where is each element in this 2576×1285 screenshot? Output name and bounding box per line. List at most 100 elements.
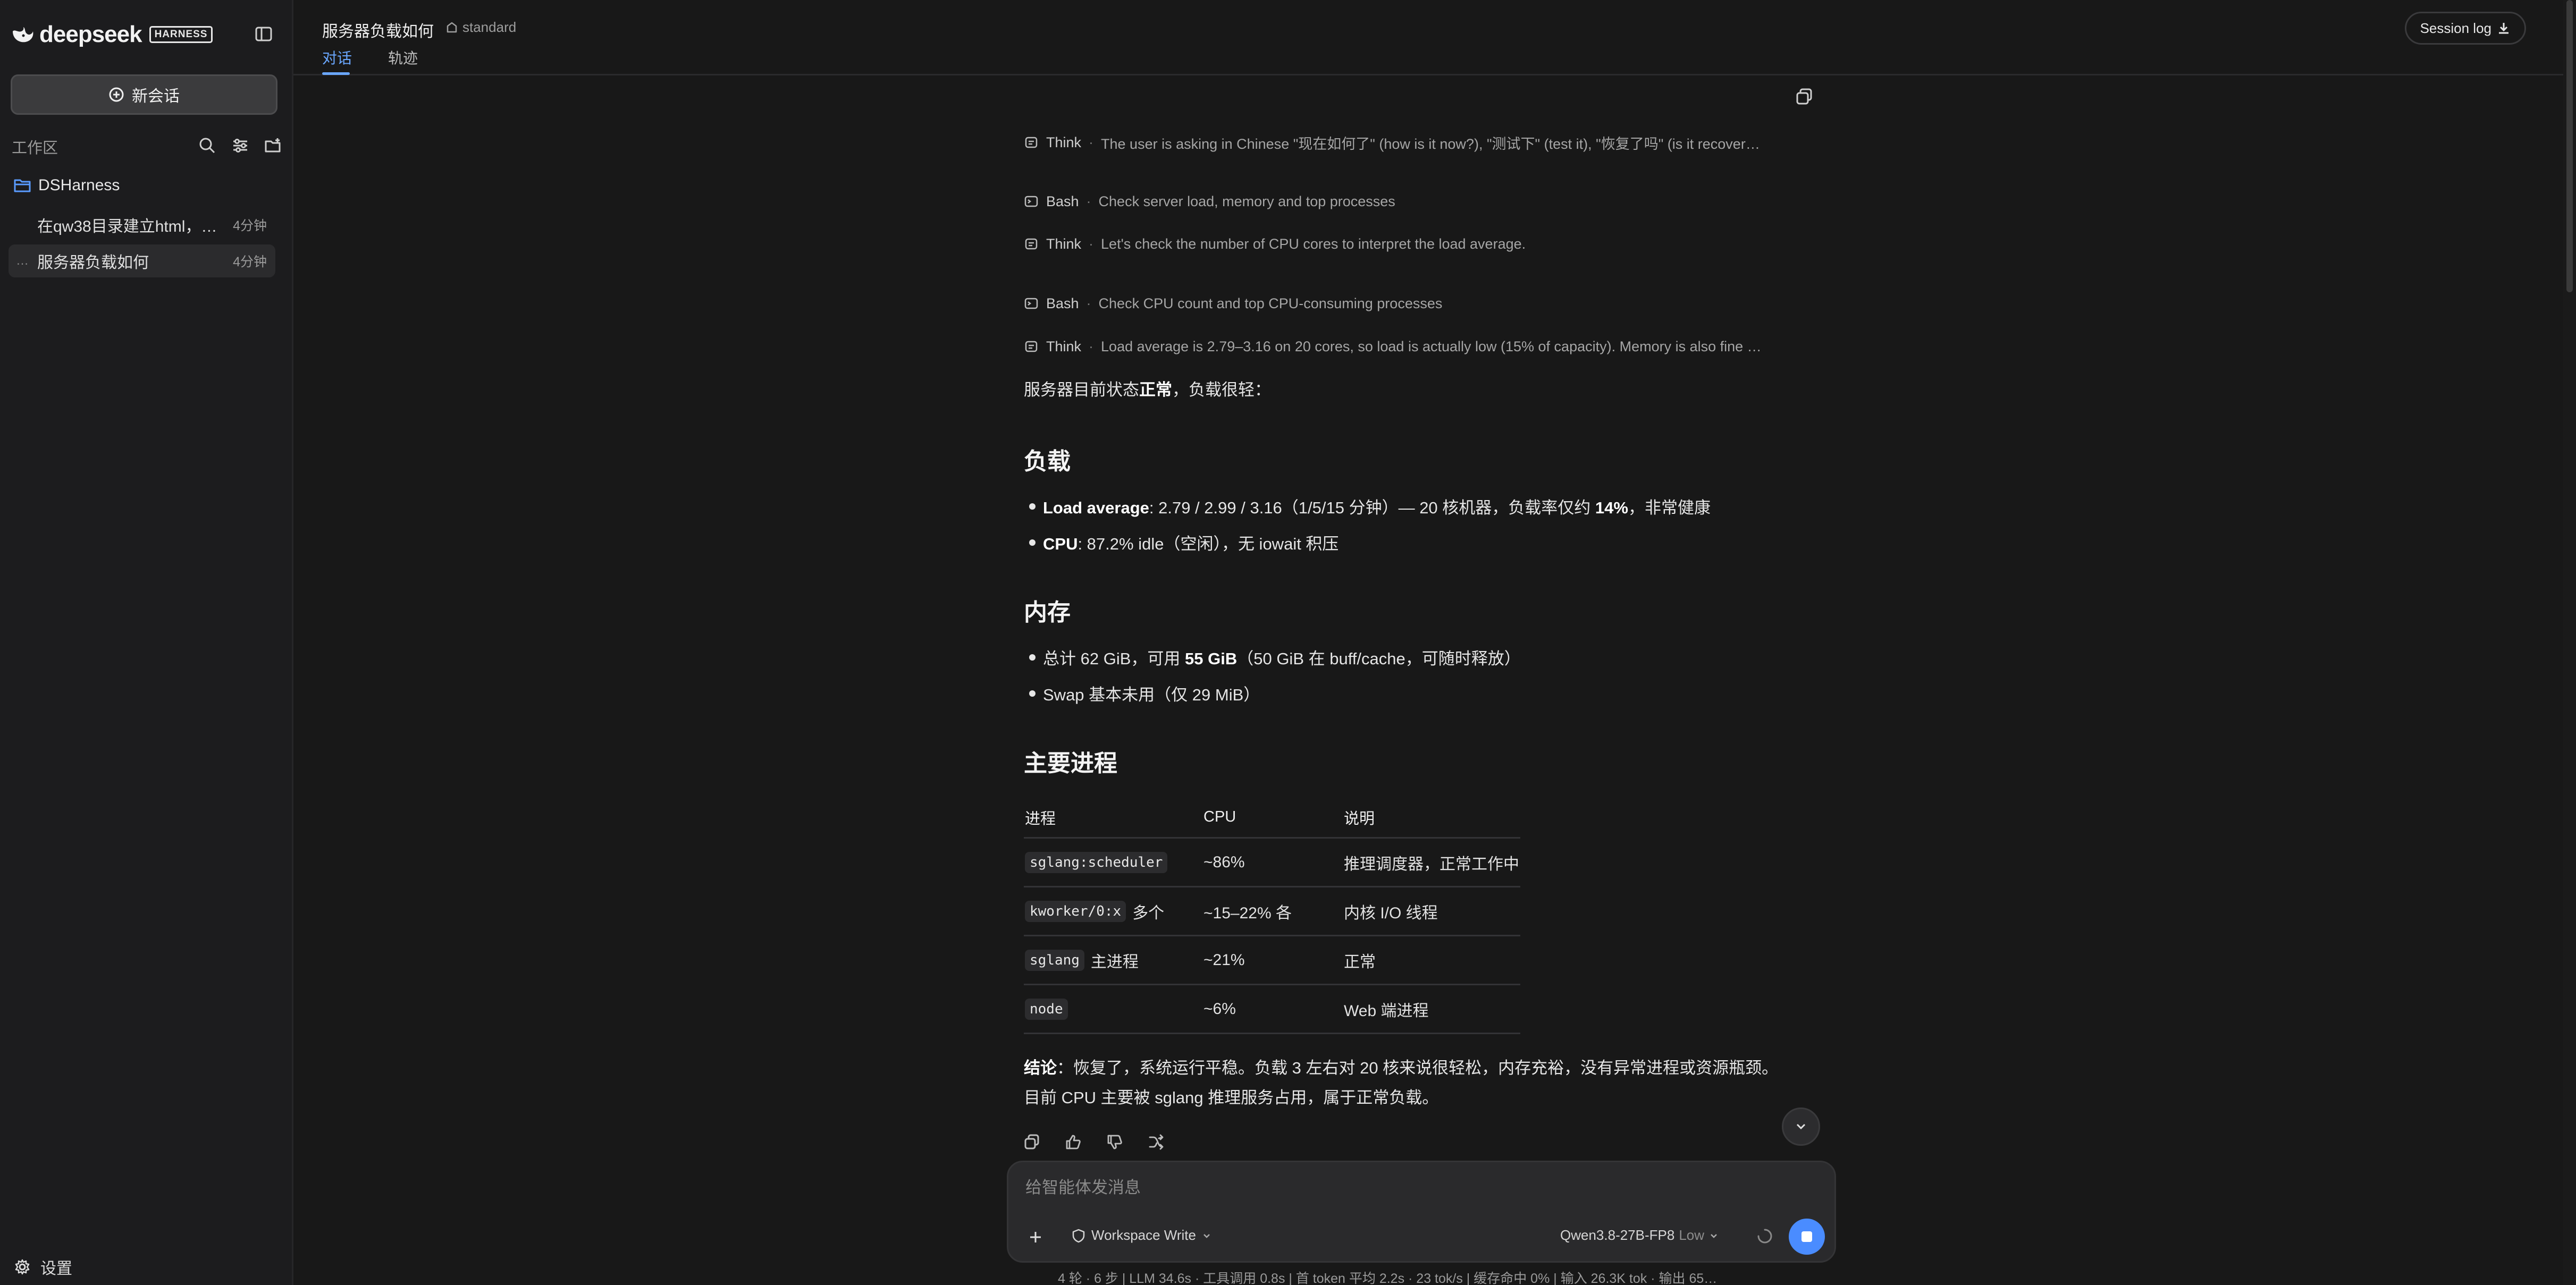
think-icon (1025, 238, 1038, 250)
session-item-active[interactable]: … 服务器负载如何 4分钟 (9, 244, 275, 277)
brand-badge: HARNESS (149, 26, 213, 43)
folder-icon (14, 179, 31, 192)
settings-label: 设置 (40, 1260, 72, 1278)
brand-logo[interactable]: deepseek HARNESS (11, 21, 213, 48)
process-suffix: 多个 (1132, 904, 1165, 922)
terminal-icon (1024, 196, 1038, 207)
stop-icon (1801, 1231, 1812, 1242)
branch-icon[interactable] (1147, 1133, 1165, 1151)
think-step[interactable]: Think · The user is asking in Chinese "现在… (1024, 132, 1760, 153)
step-text: The user is asking in Chinese "现在如何了" (h… (1101, 136, 1760, 152)
new-folder-icon[interactable] (264, 136, 283, 155)
cpu-cell: ~6% (1203, 1000, 1236, 1018)
scroll-thumb[interactable] (2566, 0, 2573, 292)
scroll-to-bottom-button[interactable] (1782, 1108, 1820, 1146)
bullet-tail: （50 GiB 在 buff/cache，可随时释放） (1237, 649, 1521, 668)
search-icon[interactable] (198, 136, 217, 155)
think-icon (1025, 137, 1038, 148)
chevron-down-icon (1711, 1233, 1717, 1238)
folder-name: DSHarness (38, 176, 120, 194)
new-chat-button[interactable]: 新会话 (11, 74, 277, 115)
step-kind: Bash (1046, 193, 1079, 209)
session-log-label: Session log (2420, 20, 2491, 36)
copy-icon[interactable] (1795, 87, 1814, 106)
process-code: sglang (1025, 949, 1084, 971)
table-row: sglang 主进程 ~21% 正常 (1024, 936, 1520, 985)
column-header: 说明 (1344, 810, 1375, 827)
model-name: Qwen3.8-27B-FP8 (1560, 1227, 1675, 1243)
conclusion-line: 目前 CPU 主要被 sglang 推理服务占用，属于正常负载。 (1024, 1088, 1439, 1107)
step-text: Load average is 2.79–3.16 on 20 cores, s… (1101, 338, 1762, 354)
tab-trace[interactable]: 轨迹 (388, 47, 418, 68)
model-selector[interactable]: Qwen3.8-27B-FP8 Low (1560, 1227, 1719, 1244)
think-step[interactable]: Think · Let's check the number of CPU cor… (1024, 233, 1526, 255)
bash-step[interactable]: Bash · Check CPU count and top CPU-consum… (1024, 293, 1442, 314)
session-log-button[interactable]: Session log (2404, 12, 2526, 45)
intro-tail: ，负载很轻： (1172, 381, 1271, 399)
tab-chat[interactable]: 对话 (322, 47, 352, 68)
desc-cell: 推理调度器，正常工作中 (1344, 855, 1519, 873)
usage-stats: 4 轮 · 6 步 | LLM 34.6s · 工具调用 0.8s | 首 to… (1058, 1271, 1718, 1285)
column-header: 进程 (1025, 810, 1056, 827)
scrollbar[interactable] (2563, 0, 2576, 1285)
session-age: 4分钟 (233, 255, 267, 269)
copy-icon[interactable] (1023, 1133, 1041, 1151)
permission-dropdown[interactable]: Workspace Write (1071, 1227, 1212, 1244)
loading-spinner-icon (1757, 1229, 1772, 1244)
settings-button[interactable]: 设置 (14, 1255, 72, 1279)
composer: Workspace Write Qwen3.8-27B-FP8 Low (1007, 1161, 1836, 1263)
answer-intro: 服务器目前状态正常，负载很轻： (1024, 375, 1271, 405)
plus-icon (1030, 1232, 1041, 1242)
workspace-label: 工作区 (12, 140, 58, 157)
permission-label: Workspace Write (1091, 1227, 1196, 1243)
session-title: 服务器负载如何 (37, 254, 149, 272)
gear-icon (15, 1259, 30, 1275)
conclusion-label: 结论 (1024, 1059, 1057, 1077)
filter-sliders-icon[interactable] (231, 136, 250, 155)
step-text: Check server load, memory and top proces… (1098, 193, 1395, 209)
list-item: CPU: 87.2% idle（空闲），无 iowait 积压 (1029, 530, 1338, 554)
thumbs-down-icon[interactable] (1106, 1133, 1124, 1151)
session-item[interactable]: 在qw38目录建立html，表… 4分钟 (9, 208, 275, 241)
intro-text: 服务器目前状态 (1024, 381, 1139, 399)
bullet-emphasis: 55 GiB (1185, 649, 1238, 668)
stop-button[interactable] (1789, 1219, 1825, 1255)
bullet-text: : 2.79 / 2.99 / 3.16（1/5/15 分钟）— 20 核机器，… (1149, 498, 1595, 517)
terminal-icon (1024, 298, 1038, 309)
heading-processes: 主要进程 (1024, 750, 1117, 776)
message-actions (1023, 1133, 1165, 1151)
chevron-down-icon (1203, 1233, 1210, 1238)
process-cell: kworker/0:x 多个 (1025, 887, 1164, 935)
desc-cell: 内核 I/O 线程 (1344, 904, 1438, 922)
process-cell: sglang:scheduler (1025, 839, 1174, 886)
bullet-tail: ，非常健康 (1628, 498, 1711, 517)
think-icon (1025, 341, 1038, 352)
table-row: kworker/0:x 多个 ~15–22% 各 内核 I/O 线程 (1024, 887, 1520, 936)
mode-indicator: standard (445, 19, 516, 36)
process-table: 进程 CPU 说明 sglang:scheduler ~86% 推理调度器，正常… (1024, 797, 1520, 1034)
bullet-text: Swap 基本未用（仅 29 MiB） (1043, 686, 1260, 704)
cpu-cell: ~15–22% 各 (1203, 904, 1292, 922)
message-input[interactable] (1025, 1178, 1812, 1197)
step-kind: Think (1046, 338, 1082, 354)
mode-icon (447, 22, 457, 32)
step-text: Check CPU count and top CPU-consuming pr… (1098, 295, 1443, 311)
bullet-text: 总计 62 GiB，可用 (1043, 649, 1185, 668)
workspace-header: 工作区 (12, 136, 283, 157)
cpu-cell: ~86% (1203, 853, 1245, 871)
list-item: 总计 62 GiB，可用 55 GiB（50 GiB 在 buff/cache，… (1029, 645, 1521, 669)
column-header: CPU (1203, 808, 1236, 825)
bash-step[interactable]: Bash · Check server load, memory and top … (1024, 191, 1395, 212)
cpu-cell: ~21% (1203, 951, 1245, 969)
attach-button[interactable] (1021, 1223, 1050, 1252)
active-tab-indicator (322, 72, 350, 75)
think-step[interactable]: Think · Load average is 2.79–3.16 on 20 c… (1024, 336, 1762, 357)
process-cell: node (1025, 985, 1074, 1033)
shield-icon (1072, 1229, 1085, 1242)
process-code: kworker/0:x (1025, 900, 1126, 922)
thumbs-up-icon[interactable] (1064, 1133, 1082, 1151)
workspace-folder[interactable]: DSHarness (14, 176, 120, 195)
sidebar-toggle-icon[interactable] (254, 24, 273, 44)
step-text: Let's check the number of CPU cores to i… (1101, 235, 1526, 252)
running-indicator: … (16, 253, 29, 268)
